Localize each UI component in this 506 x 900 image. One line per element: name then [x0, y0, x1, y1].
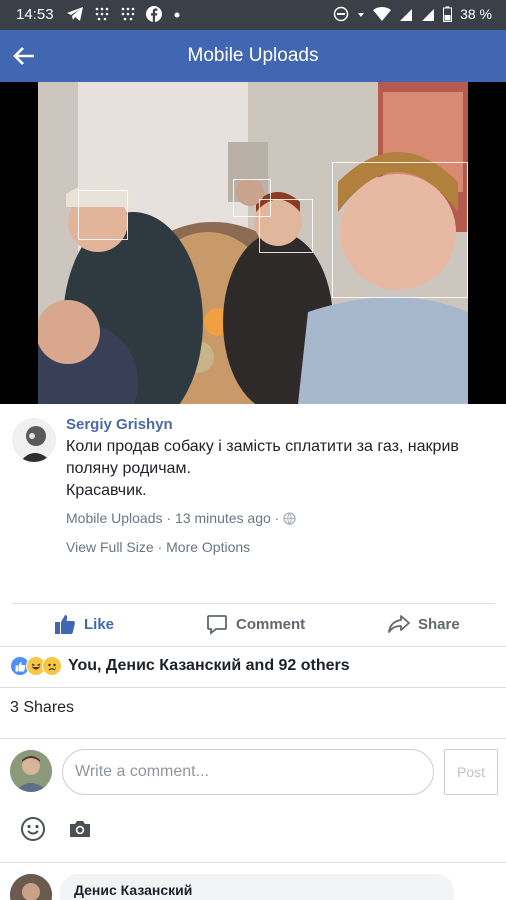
post-comment-button[interactable]: Post [444, 749, 498, 795]
status-time: 14:53 [16, 6, 54, 23]
do-not-disturb-icon [333, 6, 349, 22]
face-tag-box[interactable] [78, 190, 128, 240]
notification-icons [66, 6, 182, 22]
post-meta: Mobile Uploads · 13 minutes ago · [66, 510, 296, 526]
like-button[interactable]: Like [54, 613, 114, 635]
emoji-icon[interactable] [20, 816, 46, 842]
my-avatar [10, 750, 52, 792]
action-bar: Like Comment Share [0, 605, 506, 645]
comment-button[interactable]: Comment [206, 613, 305, 635]
globe-icon [283, 511, 296, 525]
author-avatar[interactable] [12, 418, 56, 462]
post-text: Коли продав собаку і замість сплатити за… [66, 436, 496, 502]
view-full-size-link[interactable]: View Full Size [66, 539, 154, 555]
reactions-summary[interactable]: You, Денис Казанский and 92 others [10, 656, 350, 676]
like-label: Like [84, 615, 115, 633]
system-icons: 38 % [333, 6, 492, 22]
status-bar: 14:53 38 % [0, 0, 506, 30]
avatar-image [12, 418, 56, 462]
comment-label: Comment [236, 615, 306, 633]
post-text-line: Коли продав собаку і замість сплатити за… [66, 438, 459, 455]
commenter-name[interactable]: Денис Казанский [74, 882, 440, 898]
album-link[interactable]: Mobile Uploads [66, 510, 163, 526]
comment-icon [207, 615, 227, 635]
grid-icon [95, 7, 109, 21]
signal-icon [400, 9, 413, 21]
sad-reaction-icon [42, 656, 62, 676]
facebook-icon [146, 6, 162, 22]
post-text-line: поляну родичам. [66, 460, 191, 477]
avatar-image [10, 750, 52, 792]
comment-item: Денис Казанский [0, 866, 506, 900]
post-text-line: Красавчик. [66, 482, 147, 499]
face-tag-box[interactable] [332, 162, 468, 298]
battery-icon [443, 6, 453, 22]
avatar-image [10, 874, 52, 900]
divider [0, 646, 506, 647]
divider [0, 738, 506, 739]
telegram-icon [67, 7, 83, 21]
share-arrow-icon [388, 615, 410, 633]
reactions-text: You, Денис Казанский and 92 others [68, 657, 350, 674]
post-time: · 13 minutes ago · [166, 510, 280, 526]
more-options-link[interactable]: · More Options [158, 539, 251, 555]
grid-icon [121, 7, 135, 21]
divider [0, 862, 506, 863]
divider [12, 603, 495, 604]
photo-links: View Full Size · More Options [66, 539, 250, 555]
reaction-icons [10, 656, 62, 676]
divider [0, 687, 506, 688]
comment-bubble[interactable]: Денис Казанский [60, 874, 454, 900]
page-title: Mobile Uploads [187, 45, 319, 66]
shares-count[interactable]: 3 Shares [10, 699, 74, 717]
thumbs-up-icon [55, 615, 75, 634]
author-name[interactable]: Sergiy Grishyn [66, 416, 173, 433]
comment-input[interactable] [62, 749, 434, 795]
signal-icon [422, 9, 435, 21]
face-tag-box[interactable] [259, 199, 313, 253]
wifi-icon [373, 7, 392, 21]
battery-percent: 38 % [460, 6, 492, 22]
data-arrow-icon [358, 13, 365, 17]
comment-composer: Post [0, 744, 506, 804]
post-photo[interactable] [38, 82, 468, 404]
commenter-avatar[interactable] [10, 874, 52, 900]
share-button[interactable]: Share [388, 613, 460, 635]
app-bar: Mobile Uploads [0, 30, 506, 82]
camera-icon[interactable] [68, 817, 92, 841]
share-label: Share [418, 615, 460, 633]
photo-viewer [0, 82, 506, 404]
dot-icon [174, 12, 180, 18]
